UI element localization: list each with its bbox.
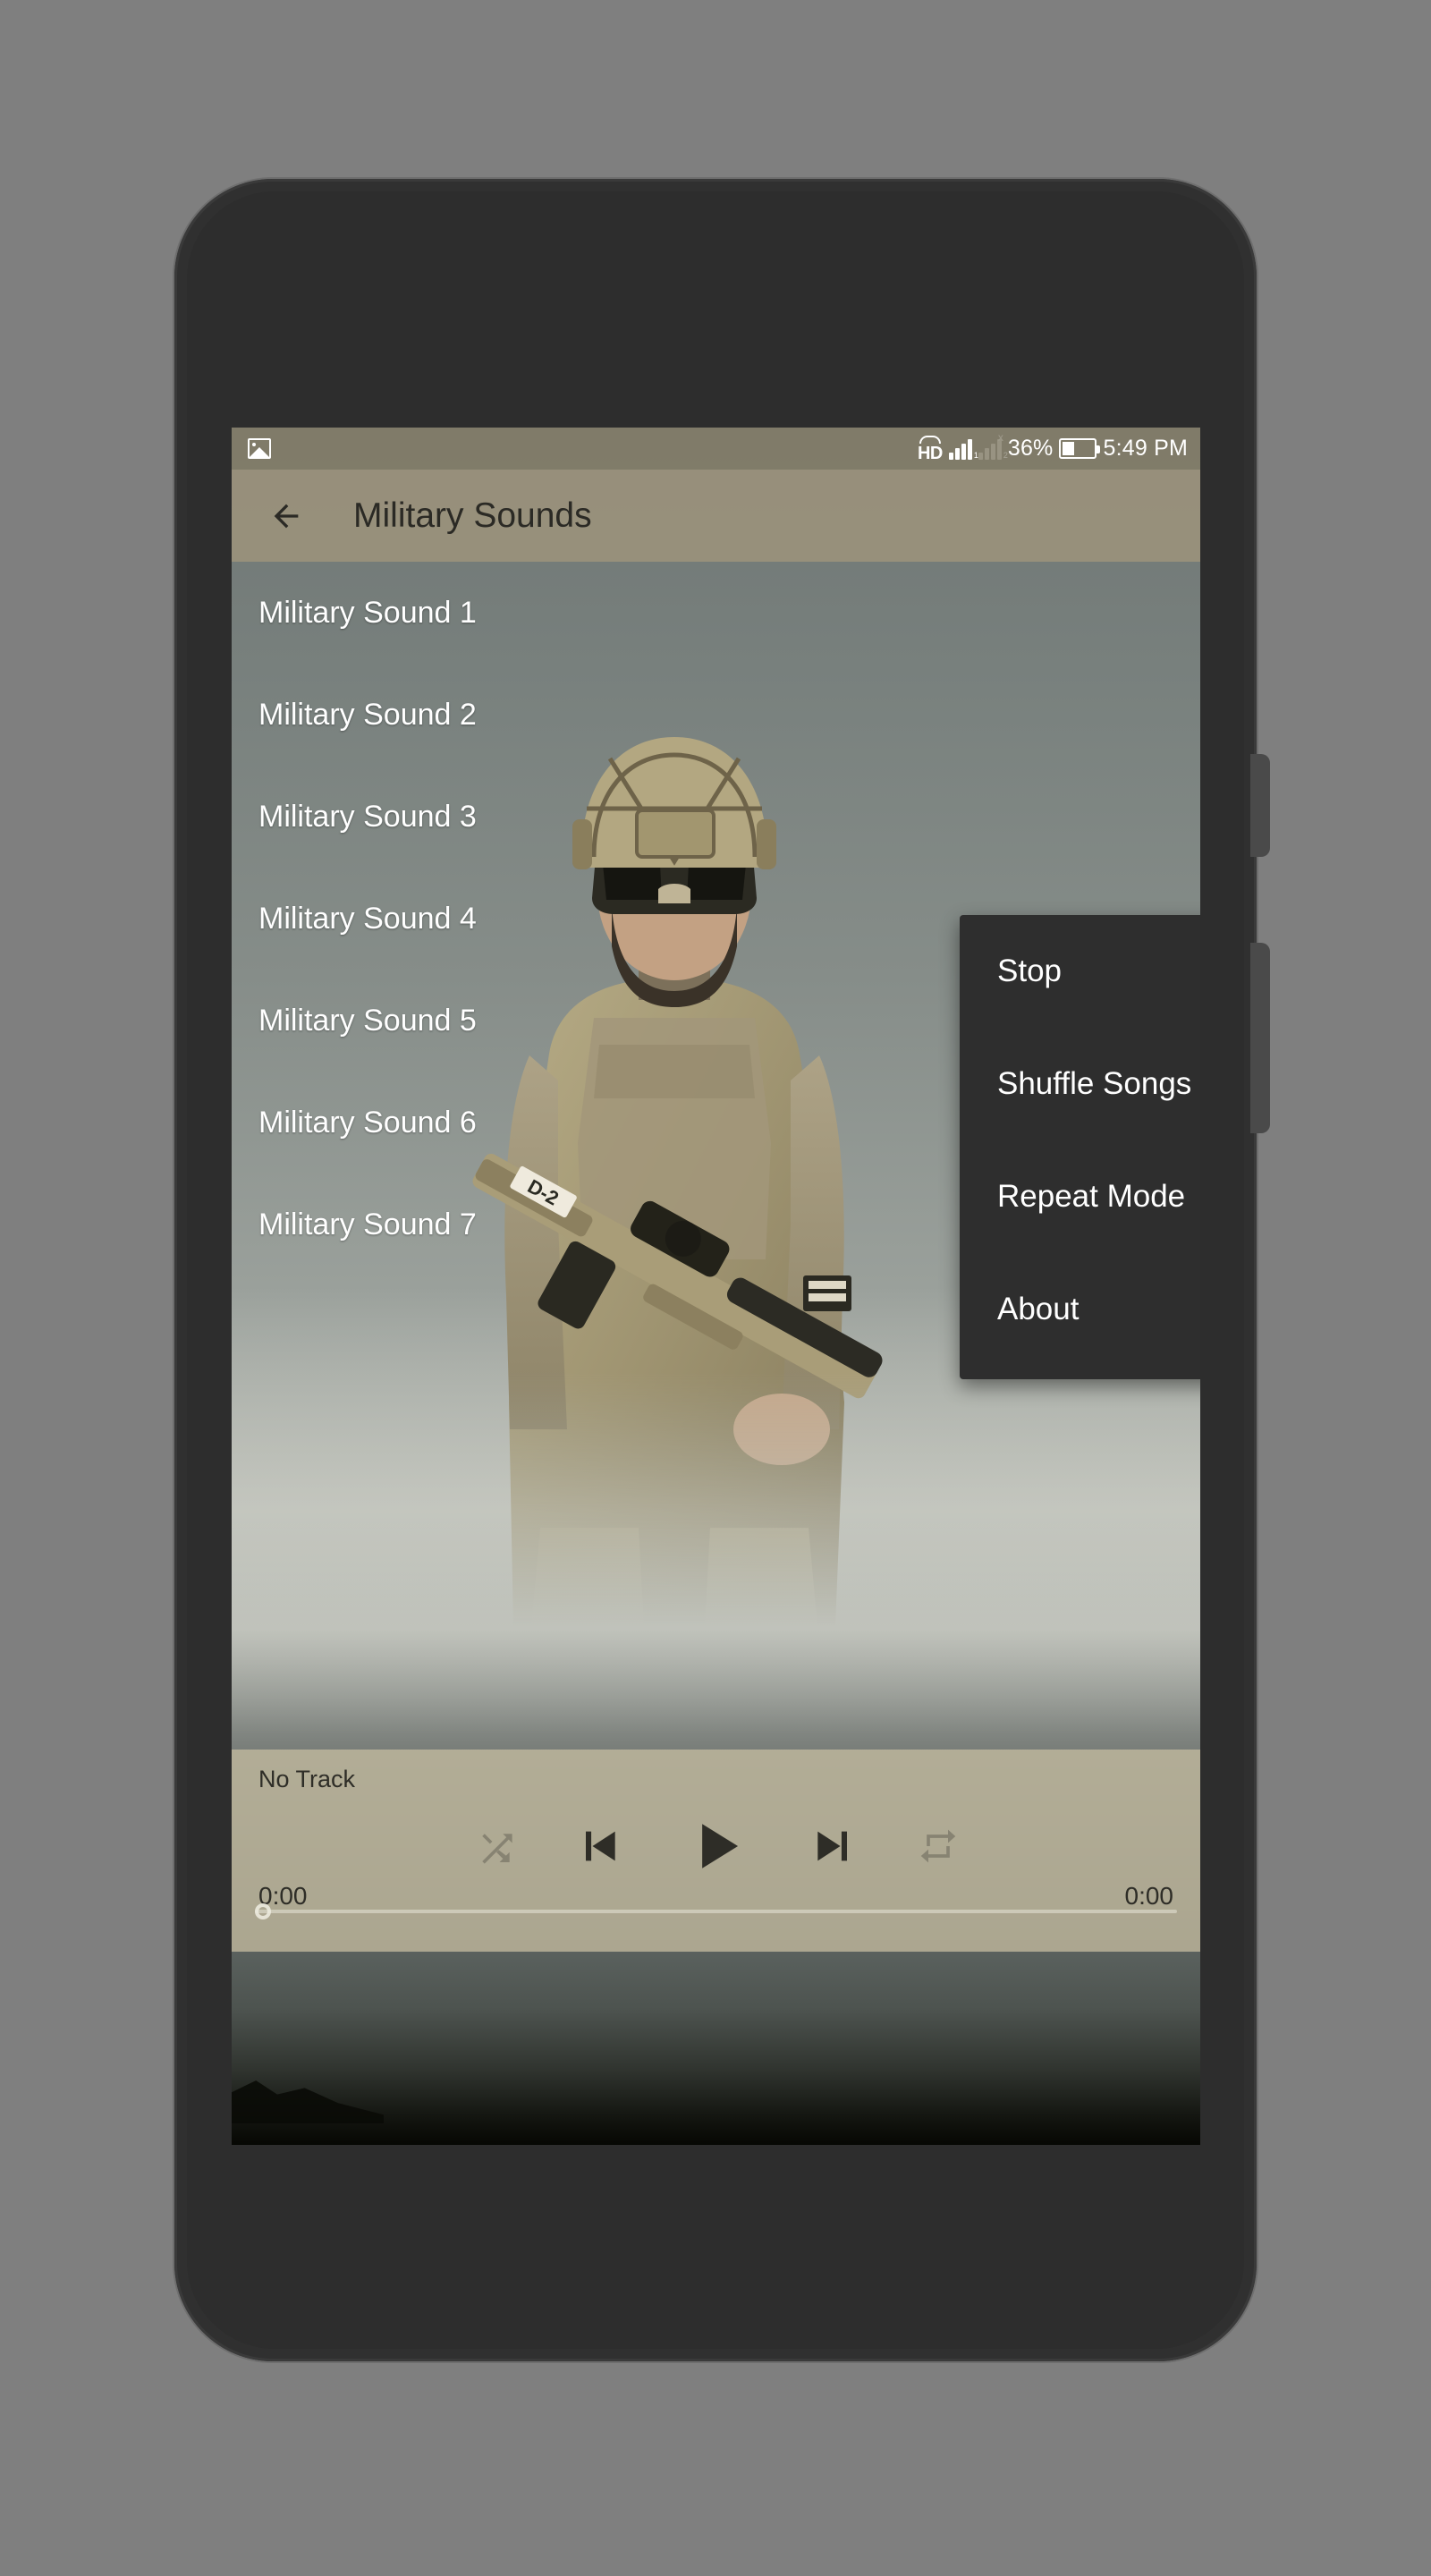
shuffle-icon	[481, 1834, 512, 1864]
skip-next-icon	[817, 1831, 847, 1861]
status-bar-clock: 5:49 PM	[1103, 436, 1188, 461]
sim2-no-service-mark: x	[997, 430, 1003, 444]
list-item-label: Military Sound 6	[258, 1105, 477, 1140]
seek-bar-thumb[interactable]	[255, 1903, 271, 1919]
next-button[interactable]	[809, 1821, 859, 1871]
menu-item-label: About	[997, 1292, 1080, 1326]
list-item-label: Military Sound 7	[258, 1207, 477, 1241]
battery-percent-label: 36%	[1007, 436, 1054, 461]
list-item-label: Military Sound 3	[258, 799, 477, 834]
shuffle-button[interactable]	[475, 1826, 514, 1866]
list-item-label: Military Sound 2	[258, 697, 477, 732]
status-bar-right: HD 1 x 2 36% 5:49 PM	[917, 431, 1188, 463]
repeat-icon	[920, 1829, 955, 1863]
status-bar: HD 1 x 2 36% 5:49 PM	[232, 428, 1200, 470]
power-button[interactable]	[1250, 754, 1270, 857]
signal-bars-sim1-icon: 1	[948, 438, 978, 460]
playback-controls	[232, 1812, 1200, 1880]
overflow-menu[interactable]: Stop Shuffle Songs Repeat Mode About	[960, 915, 1200, 1379]
sim2-label: 2	[1003, 450, 1008, 460]
battery-icon	[1059, 438, 1101, 459]
menu-item-label: Stop	[997, 953, 1062, 988]
list-item-label: Military Sound 5	[258, 1003, 477, 1038]
list-item[interactable]: Military Sound 2	[232, 664, 1200, 766]
play-button[interactable]	[682, 1812, 750, 1880]
play-icon	[701, 1824, 738, 1868]
arrow-left-icon	[274, 504, 299, 528]
menu-item-about[interactable]: About	[960, 1253, 1200, 1366]
seek-bar-track	[255, 1910, 1177, 1913]
list-item-label: Military Sound 1	[258, 595, 477, 630]
current-track-label: No Track	[258, 1766, 356, 1792]
menu-item-shuffle-songs[interactable]: Shuffle Songs	[960, 1028, 1200, 1140]
menu-item-label: Repeat Mode	[997, 1179, 1186, 1214]
signal-bars-sim2-icon: x 2	[978, 431, 1008, 460]
phone-screen: D-2 HD 1 x 2 36% 5:49 PM Military Sounds…	[232, 428, 1200, 2145]
status-bar-left	[248, 438, 918, 459]
volume-button[interactable]	[1250, 943, 1270, 1133]
list-item[interactable]: Military Sound 1	[232, 562, 1200, 664]
back-button[interactable]	[260, 490, 312, 542]
image-icon	[248, 438, 271, 459]
page-title: Military Sounds	[353, 496, 592, 535]
volte-label: HD	[917, 443, 943, 463]
seek-bar[interactable]	[255, 1902, 1177, 1921]
menu-item-stop[interactable]: Stop	[960, 915, 1200, 1028]
app-bar: Military Sounds	[232, 470, 1200, 562]
menu-item-repeat-mode[interactable]: Repeat Mode	[960, 1140, 1200, 1253]
menu-item-label: Shuffle Songs	[997, 1066, 1192, 1101]
previous-button[interactable]	[573, 1821, 623, 1871]
player-bar: No Track 0:00 0:00	[232, 1750, 1200, 1952]
skip-previous-icon	[585, 1831, 615, 1861]
volte-hd-icon: HD	[917, 435, 943, 463]
list-item-label: Military Sound 4	[258, 901, 477, 936]
repeat-button[interactable]	[919, 1826, 958, 1866]
list-item[interactable]: Military Sound 3	[232, 766, 1200, 868]
wallpaper-rock-silhouette	[232, 2080, 384, 2123]
wallpaper-bottom-area	[232, 1952, 1200, 2145]
